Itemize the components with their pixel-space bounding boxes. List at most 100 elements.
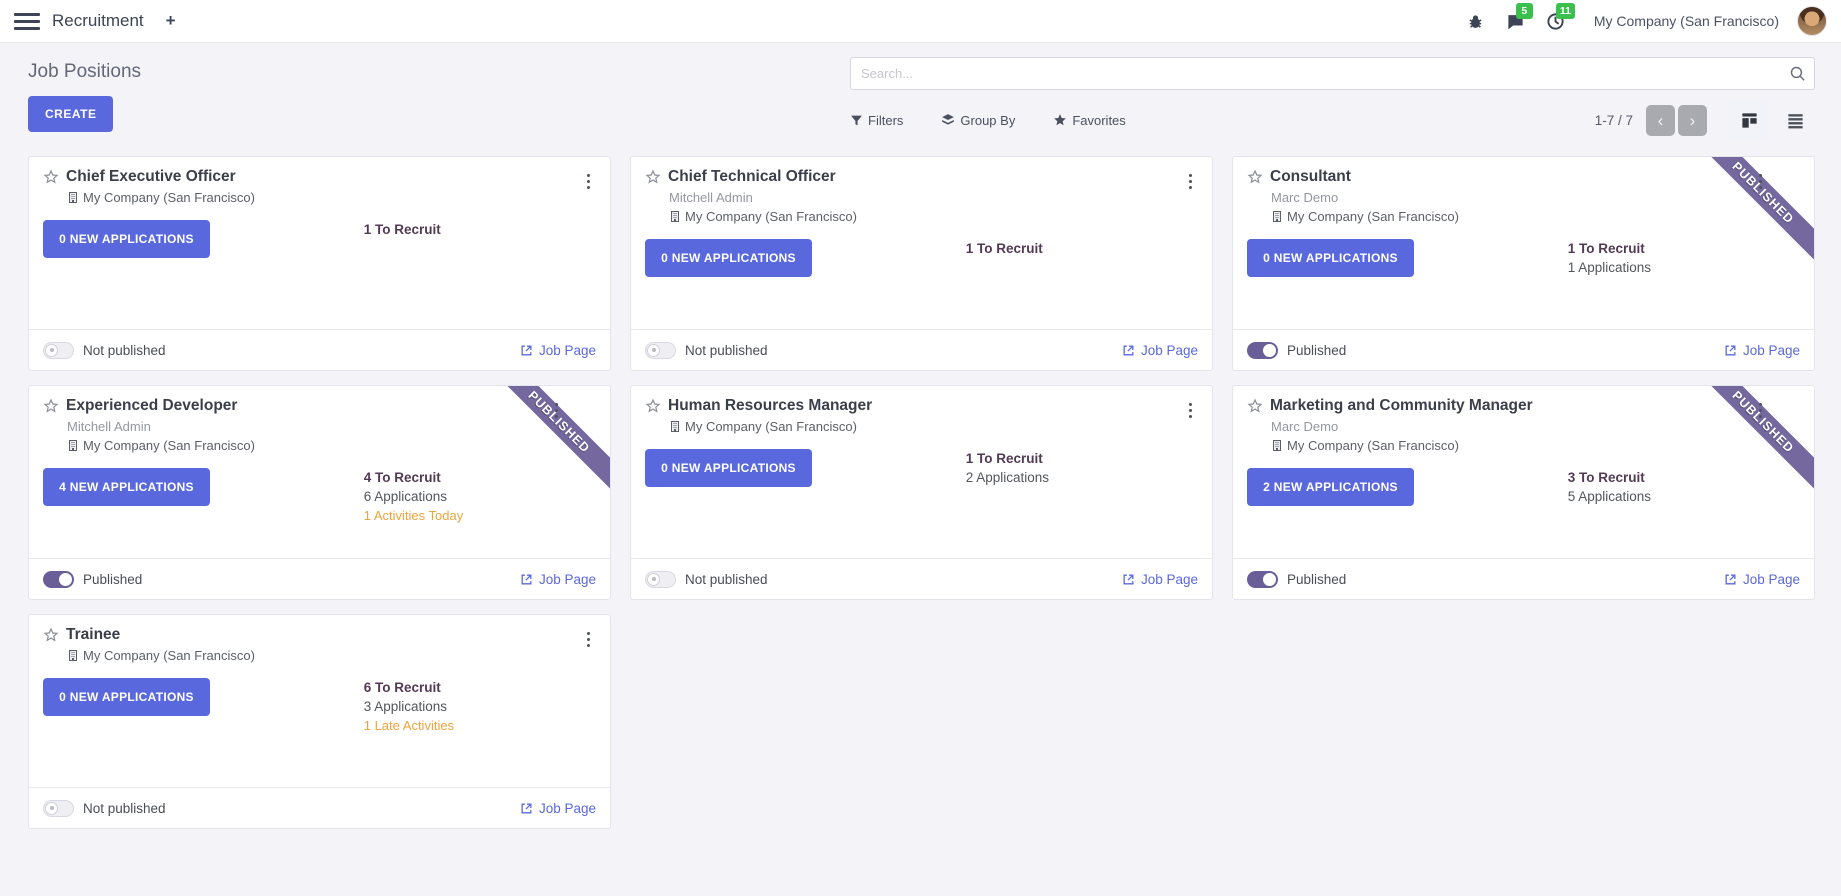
publish-toggle[interactable]	[43, 800, 74, 817]
publish-status-label: Not published	[83, 343, 166, 358]
company-name-text: My Company (San Francisco)	[83, 438, 255, 453]
building-icon	[67, 439, 79, 452]
activity-status[interactable]: 1 Late Activities	[364, 718, 596, 733]
publish-toggle[interactable]	[1247, 571, 1278, 588]
job-page-link[interactable]: Job Page	[1724, 343, 1800, 358]
user-avatar[interactable]	[1797, 6, 1827, 36]
manager-name: Marc Demo	[1271, 419, 1800, 434]
job-page-label: Job Page	[1743, 572, 1800, 587]
card-kebab-menu-icon[interactable]	[1183, 169, 1199, 194]
job-page-link[interactable]: Job Page	[520, 801, 596, 816]
favorite-star-icon[interactable]	[645, 169, 661, 185]
to-recruit-count[interactable]: 1 To Recruit	[1568, 241, 1800, 256]
favorite-star-icon[interactable]	[645, 398, 661, 414]
applications-count[interactable]: 1 Applications	[1568, 260, 1800, 275]
activities-count-badge: 11	[1556, 3, 1575, 19]
debug-bug-icon[interactable]	[1460, 5, 1492, 37]
card-kebab-menu-icon[interactable]	[581, 169, 597, 194]
messages-count-badge: 5	[1516, 3, 1533, 19]
job-positions-kanban: Chief Executive Officer My Company (San …	[0, 150, 1841, 829]
create-button[interactable]: CREATE	[28, 96, 113, 132]
job-position-card[interactable]: Chief Technical Officer Mitchell Admin M…	[630, 156, 1213, 371]
applications-count[interactable]: 6 Applications	[364, 489, 596, 504]
publish-status-label: Published	[83, 572, 142, 587]
job-page-link[interactable]: Job Page	[1724, 572, 1800, 587]
card-kebab-menu-icon[interactable]	[1753, 398, 1769, 423]
new-applications-button[interactable]: 0 NEW APPLICATIONS	[43, 220, 210, 258]
job-page-link[interactable]: Job Page	[1122, 343, 1198, 358]
to-recruit-count[interactable]: 1 To Recruit	[966, 451, 1198, 466]
new-applications-button[interactable]: 0 NEW APPLICATIONS	[43, 678, 210, 716]
pager-next-button[interactable]: ›	[1678, 105, 1707, 136]
favorite-star-icon[interactable]	[43, 627, 59, 643]
job-position-title: Human Resources Manager	[668, 397, 872, 415]
to-recruit-count[interactable]: 1 To Recruit	[364, 222, 596, 237]
messages-button[interactable]: 5	[1500, 5, 1532, 37]
publish-toggle[interactable]	[645, 571, 676, 588]
favorites-button[interactable]: Favorites	[1053, 113, 1125, 128]
company-line: My Company (San Francisco)	[67, 190, 596, 205]
building-icon	[67, 649, 79, 662]
to-recruit-count[interactable]: 4 To Recruit	[364, 470, 596, 485]
publish-status-label: Not published	[685, 343, 768, 358]
add-tab-button[interactable]: +	[166, 11, 176, 31]
card-kebab-menu-icon[interactable]	[1753, 169, 1769, 194]
company-name-text: My Company (San Francisco)	[1287, 209, 1459, 224]
job-position-card[interactable]: Trainee My Company (San Francisco) 0 NEW…	[28, 614, 611, 829]
new-applications-button[interactable]: 2 NEW APPLICATIONS	[1247, 468, 1414, 506]
publish-toggle[interactable]	[43, 571, 74, 588]
job-position-card[interactable]: Chief Executive Officer My Company (San …	[28, 156, 611, 371]
card-kebab-menu-icon[interactable]	[549, 398, 565, 423]
job-position-card[interactable]: Human Resources Manager My Company (San …	[630, 385, 1213, 600]
job-position-card[interactable]: PUBLISHED Consultant Marc Demo My Compan…	[1232, 156, 1815, 371]
filters-button[interactable]: Filters	[850, 113, 903, 128]
publish-toggle[interactable]	[1247, 342, 1278, 359]
star-icon	[1053, 113, 1067, 127]
pager-range: 1-7 / 7	[1595, 113, 1633, 128]
card-footer: Published Job Page	[1233, 329, 1814, 370]
company-name-text: My Company (San Francisco)	[1287, 438, 1459, 453]
hamburger-menu-icon[interactable]	[14, 8, 40, 34]
new-applications-button[interactable]: 4 NEW APPLICATIONS	[43, 468, 210, 506]
external-link-icon	[520, 802, 533, 815]
company-switcher[interactable]: My Company (San Francisco)	[1594, 13, 1779, 29]
bug-icon	[1467, 13, 1484, 30]
job-page-link[interactable]: Job Page	[520, 572, 596, 587]
new-applications-button[interactable]: 0 NEW APPLICATIONS	[1247, 239, 1414, 277]
job-position-card[interactable]: PUBLISHED Marketing and Community Manage…	[1232, 385, 1815, 600]
applications-count[interactable]: 5 Applications	[1568, 489, 1800, 504]
pager-prev-button[interactable]: ‹	[1646, 105, 1675, 136]
publish-status-label: Published	[1287, 343, 1346, 358]
publish-toggle[interactable]	[43, 342, 74, 359]
job-position-card[interactable]: PUBLISHED Experienced Developer Mitchell…	[28, 385, 611, 600]
favorite-star-icon[interactable]	[1247, 169, 1263, 185]
page-title: Job Positions	[28, 61, 850, 83]
favorite-star-icon[interactable]	[43, 398, 59, 414]
job-page-link[interactable]: Job Page	[1122, 572, 1198, 587]
new-applications-button[interactable]: 0 NEW APPLICATIONS	[645, 239, 812, 277]
search-icon[interactable]	[1789, 65, 1806, 85]
favorite-star-icon[interactable]	[43, 169, 59, 185]
card-kebab-menu-icon[interactable]	[581, 627, 597, 652]
top-navbar: Recruitment + 5 11 My Company (San Franc…	[0, 0, 1841, 43]
external-link-icon	[1724, 573, 1737, 586]
activities-button[interactable]: 11	[1540, 5, 1572, 37]
to-recruit-count[interactable]: 3 To Recruit	[1568, 470, 1800, 485]
to-recruit-count[interactable]: 6 To Recruit	[364, 680, 596, 695]
activity-status[interactable]: 1 Activities Today	[364, 508, 596, 523]
new-applications-button[interactable]: 0 NEW APPLICATIONS	[645, 449, 812, 487]
applications-count[interactable]: 3 Applications	[364, 699, 596, 714]
search-input[interactable]	[850, 57, 1815, 90]
external-link-icon	[520, 573, 533, 586]
app-title[interactable]: Recruitment	[52, 11, 144, 31]
kanban-view-button[interactable]	[1729, 100, 1769, 140]
filter-funnel-icon	[850, 114, 863, 127]
to-recruit-count[interactable]: 1 To Recruit	[966, 241, 1198, 256]
applications-count[interactable]: 2 Applications	[966, 470, 1198, 485]
list-view-button[interactable]	[1775, 100, 1815, 140]
publish-toggle[interactable]	[645, 342, 676, 359]
group-by-button[interactable]: Group By	[941, 113, 1015, 128]
favorite-star-icon[interactable]	[1247, 398, 1263, 414]
job-page-link[interactable]: Job Page	[520, 343, 596, 358]
card-kebab-menu-icon[interactable]	[1183, 398, 1199, 423]
